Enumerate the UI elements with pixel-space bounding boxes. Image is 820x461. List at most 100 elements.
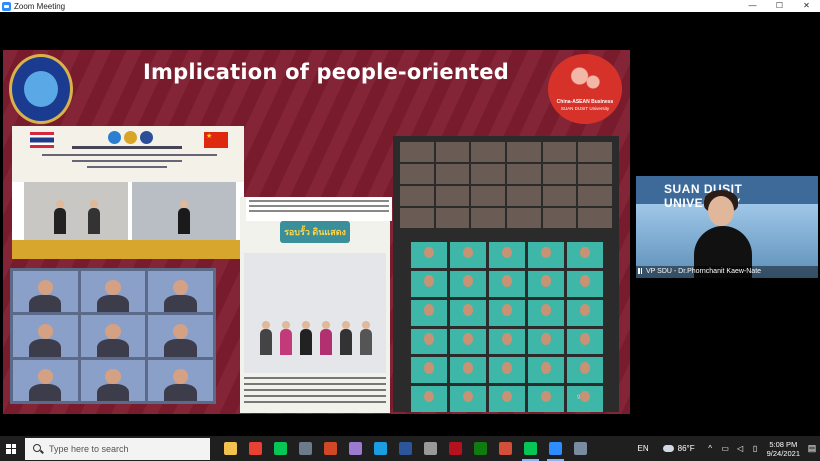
line-icon [274,442,287,455]
taskbar-app-line-active[interactable] [518,436,543,461]
line-active-icon [524,442,537,455]
person [280,321,292,355]
mou-text-line [42,154,217,156]
logo-right-line1: China-ASEAN Business [556,99,614,105]
person [88,200,100,234]
taskbar-app-photos[interactable] [343,436,368,461]
search-icon [33,443,43,454]
language-indicator[interactable]: EN [638,444,649,453]
taskbar-app-usb[interactable] [418,436,443,461]
calculator-icon [299,442,312,455]
speaker-face [708,196,734,226]
video-tile [13,271,78,313]
person [360,321,372,355]
taskbar-app-maps[interactable] [493,436,518,461]
meeting-stage: Implication of people-oriented China-ASE… [0,12,820,436]
news-article: รอบรั้ว ดินแสดง [240,197,390,413]
suan-dusit-logo [9,54,73,124]
minimize-button[interactable]: — [739,0,766,12]
clock-date: 9/24/2021 [766,448,800,458]
logo-right-line2: SUAN DUSIT University [560,106,610,111]
video-tile [148,271,213,313]
taskbar-app-edge[interactable] [368,436,393,461]
zoom-logo-icon [2,1,11,11]
shared-screen-slide: Implication of people-oriented China-ASE… [3,50,630,414]
china-asean-logo: China-ASEAN Business SUAN DUSIT Universi… [548,54,622,124]
news-logo: รอบรั้ว ดินแสดง [280,221,350,243]
xbox-icon [474,442,487,455]
title-bar: Zoom Meeting — ☐ ✕ [0,0,820,12]
participant-gallery-screenshot [393,136,619,412]
taskbar-app-app-red[interactable] [443,436,468,461]
ime-icon[interactable]: ▯ [751,444,760,453]
network-icon[interactable]: ▭ [721,444,730,453]
temperature: 86°F [677,444,695,453]
taskbar-app-chrome[interactable] [243,436,268,461]
mou-signing-panel [12,126,244,259]
taskbar-app-file-explorer[interactable] [218,436,243,461]
video-tile [148,315,213,357]
taskbar-app-powerpoint[interactable] [318,436,343,461]
start-button[interactable] [0,436,22,461]
mou-footer-band [12,240,244,259]
close-button[interactable]: ✕ [793,0,820,12]
windows-taskbar: Type here to search EN 86°F ^ ▭ ◁ ▯ 5:08… [0,436,820,461]
speaker-name-bar: VP SDU - Dr.Phornchanit Kaew-Nate [636,266,818,278]
system-tray: EN 86°F ^ ▭ ◁ ▯ 5:08 PM 9/24/2021 ▤ [638,436,820,461]
news-caption [244,377,386,407]
cloud-icon [662,445,674,452]
notification-icon[interactable]: ▤ [804,443,820,454]
person [340,321,352,355]
video-tile [13,359,78,401]
video-tile [148,359,213,401]
security-icon [574,442,587,455]
search-placeholder: Type here to search [49,443,129,454]
taskbar-app-security[interactable] [568,436,593,461]
chrome-icon [249,442,262,455]
taskbar-app-calculator[interactable] [293,436,318,461]
powerpoint-icon [324,442,337,455]
zoom-icon [549,442,562,455]
windows-logo-icon [6,443,16,454]
maximize-button[interactable]: ☐ [766,0,793,12]
person [178,200,190,234]
seal-icon [140,131,153,144]
taskbar-app-zoom[interactable] [543,436,568,461]
person [54,200,66,234]
speaker-video[interactable]: SUAN DUSIT UNIVERSITY VP SDU - Dr.Phornc… [636,176,818,278]
gallery-bottom [411,242,603,412]
taskbar-app-line[interactable] [268,436,293,461]
mou-photo-thai [24,182,128,240]
slide-page-number: 9 [577,395,581,401]
weather-widget[interactable]: 86°F [662,444,695,453]
taskbar-search[interactable]: Type here to search [25,437,210,460]
usb-icon [424,442,437,455]
video-tile [80,271,146,313]
person [300,321,312,355]
video-tile [13,315,78,357]
mou-text-line [72,160,182,162]
person [260,321,272,355]
video-tile [80,315,146,357]
taskbar-app-xbox[interactable] [468,436,493,461]
news-photo [244,253,386,373]
mou-text-line [87,166,167,168]
chevron-up-icon[interactable]: ^ [706,444,715,453]
globe-icon [558,60,612,100]
pinned-apps [218,436,593,461]
edge-icon [374,442,387,455]
window-controls: — ☐ ✕ [739,0,820,12]
clock[interactable]: 5:08 PM 9/24/2021 [767,440,800,458]
seal-icon [124,131,137,144]
taskbar-app-word[interactable] [393,436,418,461]
speaker-name: VP SDU - Dr.Phornchanit Kaew-Nate [646,268,762,275]
volume-icon[interactable]: ◁ [736,444,745,453]
student-video-grid [10,268,216,404]
speaker-banner: SUAN DUSIT UNIVERSITY [664,182,743,210]
signal-icon [638,268,644,274]
clock-time: 5:08 PM [769,439,798,449]
seal-icon [108,131,121,144]
photos-icon [349,442,362,455]
news-header-strip [246,197,392,221]
person [320,321,332,355]
